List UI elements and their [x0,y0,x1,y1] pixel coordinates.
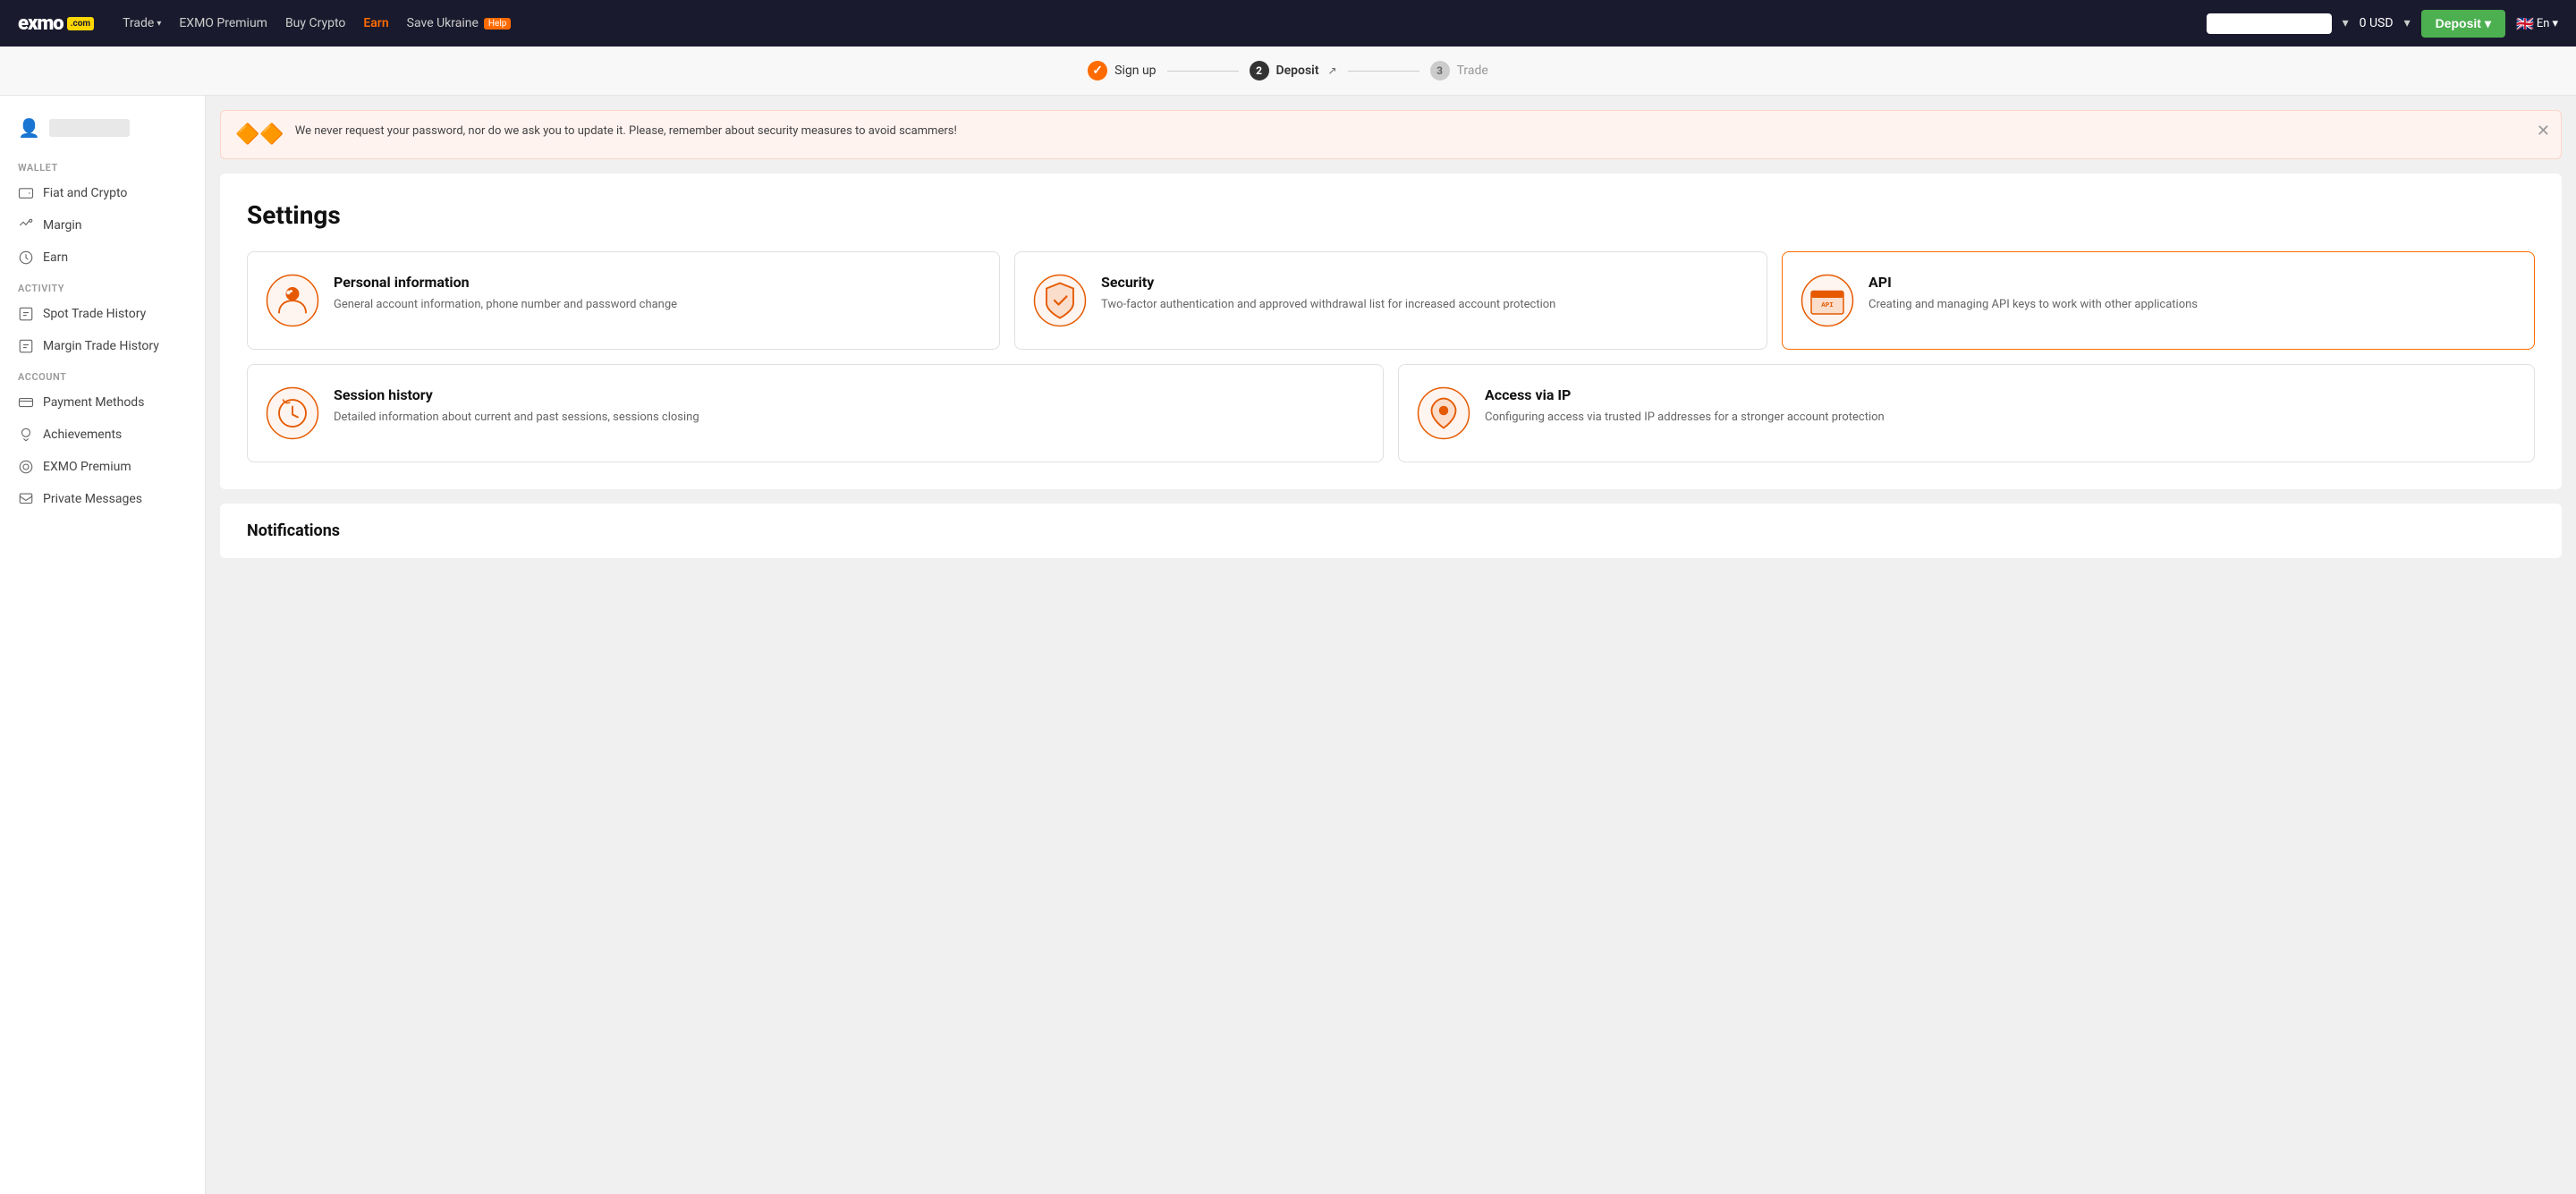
premium-icon [18,459,34,475]
search-input[interactable] [2207,13,2332,34]
sidebar-item-exmo-premium[interactable]: EXMO Premium [0,451,205,483]
notifications-title: Notifications [247,521,2535,540]
avatar-icon: 👤 [18,117,40,139]
sidebar-profile: 👤 [0,110,205,153]
access-ip-icon [1417,386,1470,440]
step-2-label: Deposit [1276,64,1319,78]
margin-icon [18,217,34,233]
sidebar-item-earn[interactable]: Earn [0,241,205,274]
settings-title: Settings [247,200,2535,230]
alert-banner: 🔶🔶 We never request your password, nor d… [220,110,2562,159]
step-connector-2 [1348,71,1419,72]
balance-display: 0 USD [2360,16,2394,30]
step-1-label: Sign up [1114,64,1156,78]
logo[interactable]: exmo .com [18,13,94,35]
flag-icon: 🇬🇧 [2516,15,2534,32]
personal-info-title: Personal information [334,274,677,291]
security-title: Security [1101,274,1555,291]
api-body: API Creating and managing API keys to wo… [1868,274,2198,314]
spot-trade-icon [18,306,34,322]
chevron-down-icon: ▾ [2485,16,2491,31]
payment-icon [18,394,34,411]
session-title: Session history [334,386,699,403]
security-icon [1033,274,1087,327]
account-section-label: Account [0,362,205,386]
settings-card-session[interactable]: Session history Detailed information abo… [247,364,1384,462]
nav-save-ukraine[interactable]: Save Ukraine Help [407,16,512,30]
alert-close-button[interactable]: ✕ [2537,122,2550,140]
notifications-section: Notifications [220,504,2562,558]
main-nav: Trade ▾ EXMO Premium Buy Crypto Earn Sav… [123,16,2185,30]
logo-com-badge: .com [67,17,94,30]
step-deposit[interactable]: 2 Deposit ↗ [1250,61,1337,80]
access-ip-desc: Configuring access via trusted IP addres… [1485,409,1885,427]
chevron-down-icon: ▾ [157,19,161,29]
session-body: Session history Detailed information abo… [334,386,699,427]
nav-premium[interactable]: EXMO Premium [179,16,267,30]
deposit-button[interactable]: Deposit ▾ [2421,10,2505,38]
step-connector-1 [1167,71,1239,72]
personal-info-body: Personal information General account inf… [334,274,677,314]
sidebar-item-margin-trade[interactable]: Margin Trade History [0,330,205,362]
earn-icon [18,250,34,266]
sidebar-item-achievements[interactable]: Achievements [0,419,205,451]
main-layout: 👤 Wallet Fiat and Crypto Margin Earn Act… [0,96,2576,1194]
achievements-icon [18,427,34,443]
personal-info-icon [266,274,319,327]
settings-cards-top: Personal information General account inf… [247,251,2535,350]
session-desc: Detailed information about current and p… [334,409,699,427]
header: exmo .com Trade ▾ EXMO Premium Buy Crypt… [0,0,2576,47]
settings-card-security[interactable]: Security Two-factor authentication and a… [1014,251,1767,350]
logo-text: exmo [18,13,64,35]
sidebar: 👤 Wallet Fiat and Crypto Margin Earn Act… [0,96,206,1194]
api-desc: Creating and managing API keys to work w… [1868,296,2198,314]
language-selector[interactable]: 🇬🇧 En ▾ [2516,15,2558,32]
chevron-down-icon: ▾ [2552,17,2558,30]
access-ip-title: Access via IP [1485,386,1885,403]
sidebar-item-margin[interactable]: Margin [0,209,205,241]
help-badge: Help [484,18,511,30]
margin-trade-icon [18,338,34,354]
personal-info-desc: General account information, phone numbe… [334,296,677,314]
alert-text: We never request your password, nor do w… [295,123,957,140]
sidebar-item-private-messages[interactable]: Private Messages [0,483,205,515]
settings-panel: Settings Personal in [220,174,2562,489]
messages-icon [18,491,34,507]
api-title: API [1868,274,2198,291]
step-3-num: 3 [1430,61,1450,80]
sidebar-item-fiat-crypto[interactable]: Fiat and Crypto [0,177,205,209]
security-desc: Two-factor authentication and approved w… [1101,296,1555,314]
search-dropdown[interactable]: ▾ [2343,16,2349,30]
wallet-section-label: Wallet [0,153,205,177]
settings-card-personal-info[interactable]: Personal information General account inf… [247,251,1000,350]
step-2-num: 2 [1250,61,1269,80]
settings-card-access-ip[interactable]: Access via IP Configuring access via tru… [1398,364,2535,462]
wallet-icon [18,185,34,201]
balance-chevron-icon[interactable]: ▾ [2404,16,2411,30]
settings-cards-bottom: Session history Detailed information abo… [247,364,2535,462]
username-box [49,119,130,137]
nav-buy-crypto[interactable]: Buy Crypto [285,16,345,30]
nav-trade[interactable]: Trade ▾ [123,16,161,30]
step-trade: 3 Trade [1430,61,1488,80]
session-icon [266,386,319,440]
chevron-down-icon: ▾ [2343,16,2349,30]
access-ip-body: Access via IP Configuring access via tru… [1485,386,1885,427]
api-icon: API [1801,274,1854,327]
step-signup: ✓ Sign up [1088,61,1156,80]
step-3-label: Trade [1457,64,1488,78]
security-body: Security Two-factor authentication and a… [1101,274,1555,314]
external-link-icon: ↗ [1328,64,1337,77]
steps-bar: ✓ Sign up 2 Deposit ↗ 3 Trade [0,47,2576,96]
header-right: ▾ 0 USD ▾ Deposit ▾ 🇬🇧 En ▾ [2207,10,2558,38]
activity-section-label: Activity [0,274,205,298]
step-1-check-icon: ✓ [1088,61,1107,80]
content-area: 🔶🔶 We never request your password, nor d… [206,96,2576,1194]
sidebar-item-spot-trade[interactable]: Spot Trade History [0,298,205,330]
svg-text:API: API [1821,302,1834,309]
settings-card-api[interactable]: API API Creating and managing API keys t… [1782,251,2535,350]
sidebar-item-payment-methods[interactable]: Payment Methods [0,386,205,419]
nav-earn[interactable]: Earn [363,16,388,30]
alert-icon: 🔶🔶 [235,123,284,146]
